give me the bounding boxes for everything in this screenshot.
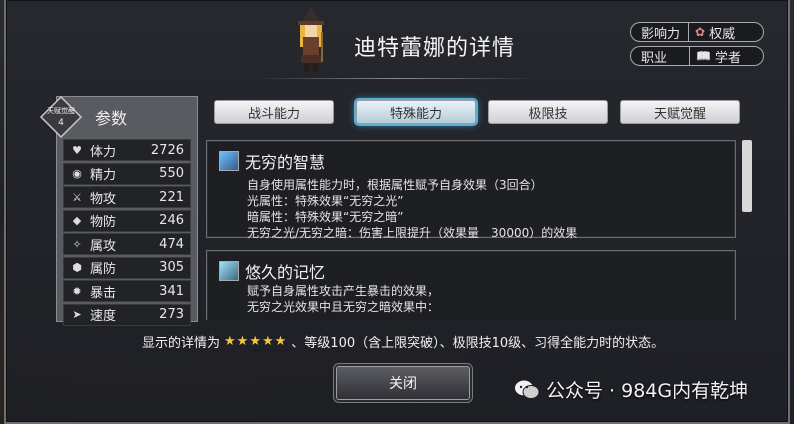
stat-value: 341 bbox=[159, 283, 184, 299]
wechat-icon bbox=[515, 380, 540, 399]
tab-special-abilities[interactable]: 特殊能力 bbox=[356, 100, 476, 124]
skill-line: 自身使用属性能力时，根据属性赋予自身效果（3回合） bbox=[247, 178, 543, 192]
influence-value: 权威 bbox=[709, 26, 736, 42]
character-sprite bbox=[298, 8, 324, 72]
boot-icon: ➤ bbox=[72, 308, 82, 321]
skill-icon bbox=[219, 261, 239, 281]
sword-icon: ⚔ bbox=[72, 190, 82, 204]
drop-icon: ◉ bbox=[72, 167, 82, 180]
tab-limit-skill[interactable]: 极限技 bbox=[488, 100, 608, 124]
stat-name: 属攻 bbox=[90, 238, 117, 254]
skill-name: 悠久的记忆 bbox=[245, 263, 326, 282]
stat-value: 246 bbox=[159, 213, 184, 228]
barrier-icon: ⬢ bbox=[72, 261, 82, 274]
stat-value: 550 bbox=[159, 166, 184, 181]
stat-value: 273 bbox=[159, 307, 184, 322]
tab-talent-awaken[interactable]: 天赋觉醒 bbox=[620, 100, 740, 124]
footer-suffix: 、等级100（含上限突破）、极限技10级、习得全能力时的状态。 bbox=[291, 336, 665, 351]
close-button[interactable]: 关闭 bbox=[336, 366, 470, 400]
parameters-panel: 天赋觉醒 4 参数 ♥ 体力 2726 ◉ 精力 550 ⚔ 物攻 221 ◆ 物防 246 ✧… bbox=[39, 95, 198, 326]
detail-tabs: 战斗能力 特殊能力 极限技 天赋觉醒 bbox=[214, 100, 754, 126]
watermark-text: 公众号 · 984G内有乾坤 bbox=[546, 380, 749, 402]
shield-icon: ◆ bbox=[72, 214, 82, 227]
stat-row-crit: ✹ 暴击 341 bbox=[63, 280, 191, 302]
influence-label: 影响力 bbox=[631, 23, 690, 42]
stat-name: 精力 bbox=[90, 168, 117, 183]
awaken-badge-label: 天赋觉醒 bbox=[47, 106, 75, 115]
stat-name: 物防 bbox=[90, 215, 117, 230]
dialog-title: 迪特蕾娜的详情 bbox=[354, 36, 516, 61]
stat-row-pdef: ◆ 物防 246 bbox=[63, 209, 191, 232]
stat-row-patk: ⚔ 物攻 221 bbox=[63, 186, 191, 208]
skill-icon bbox=[219, 151, 239, 171]
book-icon: 📖 bbox=[696, 49, 711, 63]
crit-icon: ✹ bbox=[72, 284, 82, 298]
stat-name: 物攻 bbox=[90, 191, 117, 207]
influence-tag: 影响力 ✿ 权威 bbox=[630, 22, 764, 42]
star-rating: ★★★★★ bbox=[224, 334, 288, 349]
skill-line: 光属性：特殊效果“无穷之光” bbox=[247, 194, 404, 208]
skill-name: 无穷的智慧 bbox=[245, 153, 326, 172]
stat-value: 474 bbox=[159, 236, 184, 252]
job-value: 学者 bbox=[714, 50, 741, 66]
footer-prefix: 显示的详情为 bbox=[142, 336, 221, 351]
tab-battle-abilities[interactable]: 战斗能力 bbox=[214, 100, 334, 124]
stat-value: 305 bbox=[159, 260, 184, 275]
heart-icon: ♥ bbox=[72, 143, 82, 157]
skill-list[interactable]: 无穷的智慧 自身使用属性能力时，根据属性赋予自身效果（3回合） 光属性：特殊效果… bbox=[206, 140, 736, 320]
title-divider bbox=[256, 78, 538, 79]
skill-line: 无穷之光效果中且无穷之暗效果中： bbox=[247, 300, 440, 314]
crest-icon: ✿ bbox=[695, 25, 706, 39]
parameters-heading: 参数 bbox=[95, 109, 128, 128]
stat-value: 2726 bbox=[150, 142, 184, 158]
skill-line: 暗属性：特殊效果“无穷之暗” bbox=[247, 210, 404, 224]
stat-row-edef: ⬢ 属防 305 bbox=[63, 256, 191, 279]
stat-row-sp: ◉ 精力 550 bbox=[63, 162, 191, 185]
stat-value: 221 bbox=[159, 189, 184, 205]
skill-card: 无穷的智慧 自身使用属性能力时，根据属性赋予自身效果（3回合） 光属性：特殊效果… bbox=[206, 140, 736, 240]
skill-line: 无穷之光/无穷之暗：伤害上限提升（效果量 30000）的效果 bbox=[247, 226, 578, 240]
stat-name: 速度 bbox=[90, 309, 117, 324]
awaken-badge: 天赋觉醒 4 bbox=[39, 95, 83, 139]
skill-scrollbar[interactable] bbox=[742, 140, 752, 212]
title-bar: 迪特蕾娜的详情 影响力 ✿ 权威 职业 📖 学者 bbox=[6, 0, 788, 92]
skill-line: 赋予自身属性攻击产生暴击的效果， bbox=[247, 284, 440, 298]
skill-card: 悠久的记忆 赋予自身属性攻击产生暴击的效果， 无穷之光效果中且无穷之暗效果中： bbox=[206, 250, 736, 320]
stat-name: 属防 bbox=[90, 262, 117, 277]
character-detail-dialog: 迪特蕾娜的详情 影响力 ✿ 权威 职业 📖 学者 天赋觉醒 4 参数 ♥ 体力 27… bbox=[4, 0, 790, 424]
stat-row-eatk: ✧ 属攻 474 bbox=[63, 233, 191, 255]
sparkle-icon: ✧ bbox=[72, 237, 82, 251]
detail-footer-note: 显示的详情为 ★★★★★ 、等级100（含上限突破）、极限技10级、习得全能力时… bbox=[142, 332, 664, 351]
watermark: 公众号 · 984G内有乾坤 bbox=[514, 376, 748, 403]
stat-list: ♥ 体力 2726 ◉ 精力 550 ⚔ 物攻 221 ◆ 物防 246 ✧ 属攻 474 ⬢ 属防 3… bbox=[63, 139, 191, 327]
awaken-badge-value: 4 bbox=[58, 118, 64, 128]
stat-name: 暴击 bbox=[90, 285, 117, 301]
stat-row-spd: ➤ 速度 273 bbox=[63, 303, 191, 326]
job-label: 职业 bbox=[631, 47, 691, 66]
stat-name: 体力 bbox=[90, 144, 117, 160]
job-tag: 职业 📖 学者 bbox=[630, 46, 764, 66]
stat-row-hp: ♥ 体力 2726 bbox=[63, 139, 191, 161]
